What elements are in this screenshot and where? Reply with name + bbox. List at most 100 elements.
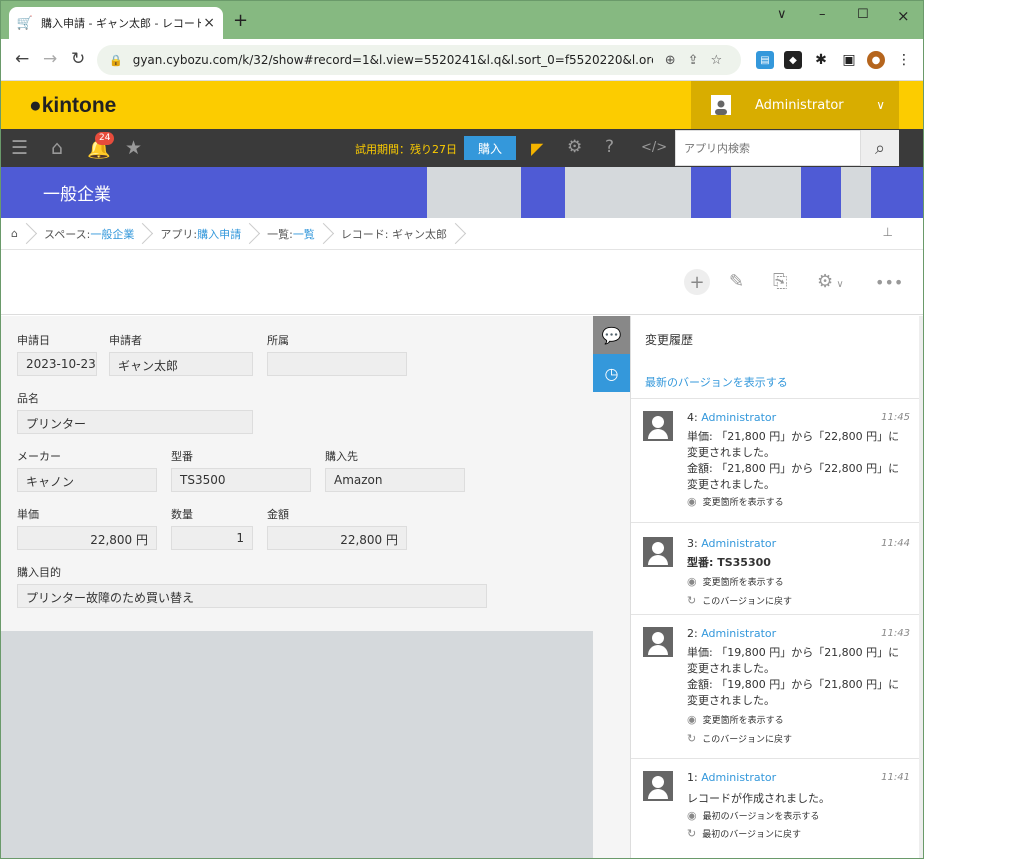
revert-icon: ↻	[687, 594, 697, 607]
show-diff-link[interactable]: ◉ 変更箇所を表示する	[687, 713, 784, 726]
profile-avatar-icon[interactable]: ●	[867, 51, 885, 69]
list-link[interactable]: 一覧	[293, 226, 315, 242]
version-label: 2: Administrator	[687, 627, 777, 640]
side-panel-icon[interactable]: ▣	[840, 51, 858, 69]
more-options-icon[interactable]: •••	[875, 273, 903, 292]
change-history-panel: 変更履歴 最新のバージョンを表示する 4: Administrator 11:4…	[630, 316, 923, 858]
department-field	[267, 352, 407, 376]
user-link[interactable]: Administrator	[701, 771, 776, 784]
add-record-button[interactable]: +	[684, 269, 710, 295]
address-bar[interactable]: 🔒 gyan.cybozu.com/k/32/show#record=1&l.v…	[97, 45, 741, 75]
eye-icon: ◉	[687, 575, 697, 588]
history-tab[interactable]: ◷	[593, 354, 630, 392]
revert-icon: ↻	[687, 732, 697, 745]
forward-icon[interactable]: →	[43, 49, 57, 69]
revert-version-link[interactable]: ↻ このバージョンに戻す	[687, 594, 792, 607]
zoom-icon[interactable]: ⊕	[665, 53, 676, 68]
user-link[interactable]: Administrator	[701, 411, 776, 424]
browser-tab[interactable]: 🛒 購入申請 - ギャン太郎 - レコードの詳 ×	[9, 7, 223, 39]
help-icon[interactable]: ?	[605, 137, 614, 157]
extension-icon[interactable]: ▤	[756, 51, 774, 69]
trial-period-text[interactable]: 試用期間：残り27日	[355, 141, 457, 157]
maximize-button[interactable]: ☐	[857, 7, 869, 22]
back-icon[interactable]: ←	[15, 49, 29, 69]
vendor-field: Amazon	[325, 468, 465, 492]
breadcrumb-list[interactable]: 一覧: 一覧	[253, 218, 327, 250]
cart-icon: 🛒	[16, 15, 34, 31]
browser-toolbar: ← → ↻ 🔒 gyan.cybozu.com/k/32/show#record…	[1, 39, 923, 81]
field-label: 購入目的	[17, 566, 61, 579]
user-link[interactable]: Administrator	[701, 627, 776, 640]
change-line: 単価: 「19,800 円」から「21,800 円」に	[687, 646, 900, 659]
devtools-extension-icon[interactable]: ◆	[784, 51, 802, 69]
space-link[interactable]: 一般企業	[90, 226, 134, 242]
user-menu[interactable]: Administrator ∨	[691, 81, 899, 129]
show-diff-link[interactable]: ◉ 変更箇所を表示する	[687, 495, 784, 508]
revert-version-link[interactable]: ↻ このバージョンに戻す	[687, 732, 792, 745]
change-line: 変更されました。	[687, 446, 775, 459]
app-search-input[interactable]	[675, 130, 861, 166]
breadcrumb-home[interactable]: ⌂	[1, 218, 30, 250]
show-first-version-link[interactable]: ◉ 最初のバージョンを表示する	[687, 809, 819, 822]
extensions-puzzle-icon[interactable]: ✱	[812, 51, 830, 69]
edit-icon[interactable]: ✎	[729, 271, 744, 292]
breadcrumb-record: レコード: ギャン太郎	[327, 218, 459, 250]
space-banner: 一般企業	[1, 167, 923, 218]
minimize-button[interactable]: –	[819, 7, 826, 22]
amount-field: 22,800 円	[267, 526, 407, 550]
share-icon[interactable]: ⇪	[688, 53, 699, 68]
change-line: 型番: TS35300	[687, 556, 771, 569]
favorites-star-icon[interactable]: ★	[125, 137, 142, 159]
history-time: 11:43	[881, 628, 910, 639]
chevron-down-icon: ∨	[876, 98, 885, 112]
tab-close-icon[interactable]: ×	[203, 15, 215, 31]
buy-button[interactable]: 購入	[464, 136, 516, 160]
menu-kebab-icon[interactable]: ⋮	[895, 51, 913, 69]
user-avatar-icon	[711, 95, 731, 115]
revert-first-version-link[interactable]: ↻ 最初のバージョンに戻す	[687, 827, 801, 840]
show-latest-version-link[interactable]: 最新のバージョンを表示する	[645, 374, 788, 390]
change-line: 変更されました。	[687, 478, 775, 491]
breadcrumb-space[interactable]: スペース: 一般企業	[30, 218, 146, 250]
pin-icon[interactable]: ⊥	[883, 225, 893, 239]
eye-icon: ◉	[687, 713, 697, 726]
user-link[interactable]: Administrator	[701, 537, 776, 550]
menu-hamburger-icon[interactable]: ☰	[11, 137, 28, 159]
change-line: 金額: 「19,800 円」から「21,800 円」に	[687, 678, 900, 691]
tab-strip: 🛒 購入申請 - ギャン太郎 - レコードの詳 × + ∨ – ☐ ×	[1, 1, 923, 39]
kintone-logo[interactable]: ●kintone	[29, 94, 116, 118]
history-scrollbar[interactable]	[919, 316, 923, 858]
settings-gear-icon[interactable]: ⚙ ∨	[817, 271, 844, 292]
record-action-toolbar: + ✎ ⎘ ⚙ ∨ •••	[1, 251, 923, 315]
change-line: 変更されました。	[687, 662, 775, 675]
change-line: レコードが作成されました。	[687, 792, 830, 805]
side-tabs: 💬 ◷	[593, 316, 630, 858]
bookmark-star-icon[interactable]: ☆	[711, 53, 723, 68]
browser-window: 🛒 購入申請 - ギャン太郎 - レコードの詳 × + ∨ – ☐ × ← → …	[0, 0, 924, 859]
comment-tab[interactable]: 💬	[593, 316, 630, 354]
developer-code-icon[interactable]: </>	[641, 140, 667, 155]
breadcrumb: ⌂ スペース: 一般企業 アプリ: 購入申請 一覧: 一覧 レコード: ギャン太…	[1, 218, 923, 250]
cybozu-bird-icon: ●	[29, 94, 42, 117]
history-time: 11:45	[881, 412, 910, 423]
user-avatar-icon	[643, 411, 673, 441]
beginner-mark-icon[interactable]: ◤	[531, 139, 543, 158]
breadcrumb-app[interactable]: アプリ: 購入申請	[146, 218, 253, 250]
change-line: 変更されました。	[687, 694, 775, 707]
home-icon[interactable]: ⌂	[51, 137, 63, 159]
tab-search-icon[interactable]: ∨	[777, 7, 787, 22]
applicant-field: ギャン太郎	[109, 352, 253, 376]
gear-icon[interactable]: ⚙	[567, 137, 582, 157]
field-label: 金額	[267, 508, 289, 521]
reload-icon[interactable]: ↻	[71, 49, 85, 69]
close-window-button[interactable]: ×	[897, 7, 910, 25]
search-icon[interactable]: ⌕	[861, 130, 899, 166]
history-clock-icon: ◷	[604, 363, 619, 383]
duplicate-icon[interactable]: ⎘	[773, 271, 787, 292]
user-avatar-icon	[643, 627, 673, 657]
field-label: 単価	[17, 508, 39, 521]
maker-field: キャノン	[17, 468, 157, 492]
new-tab-button[interactable]: +	[233, 10, 248, 31]
show-diff-link[interactable]: ◉ 変更箇所を表示する	[687, 575, 784, 588]
app-link[interactable]: 購入申請	[197, 226, 241, 242]
